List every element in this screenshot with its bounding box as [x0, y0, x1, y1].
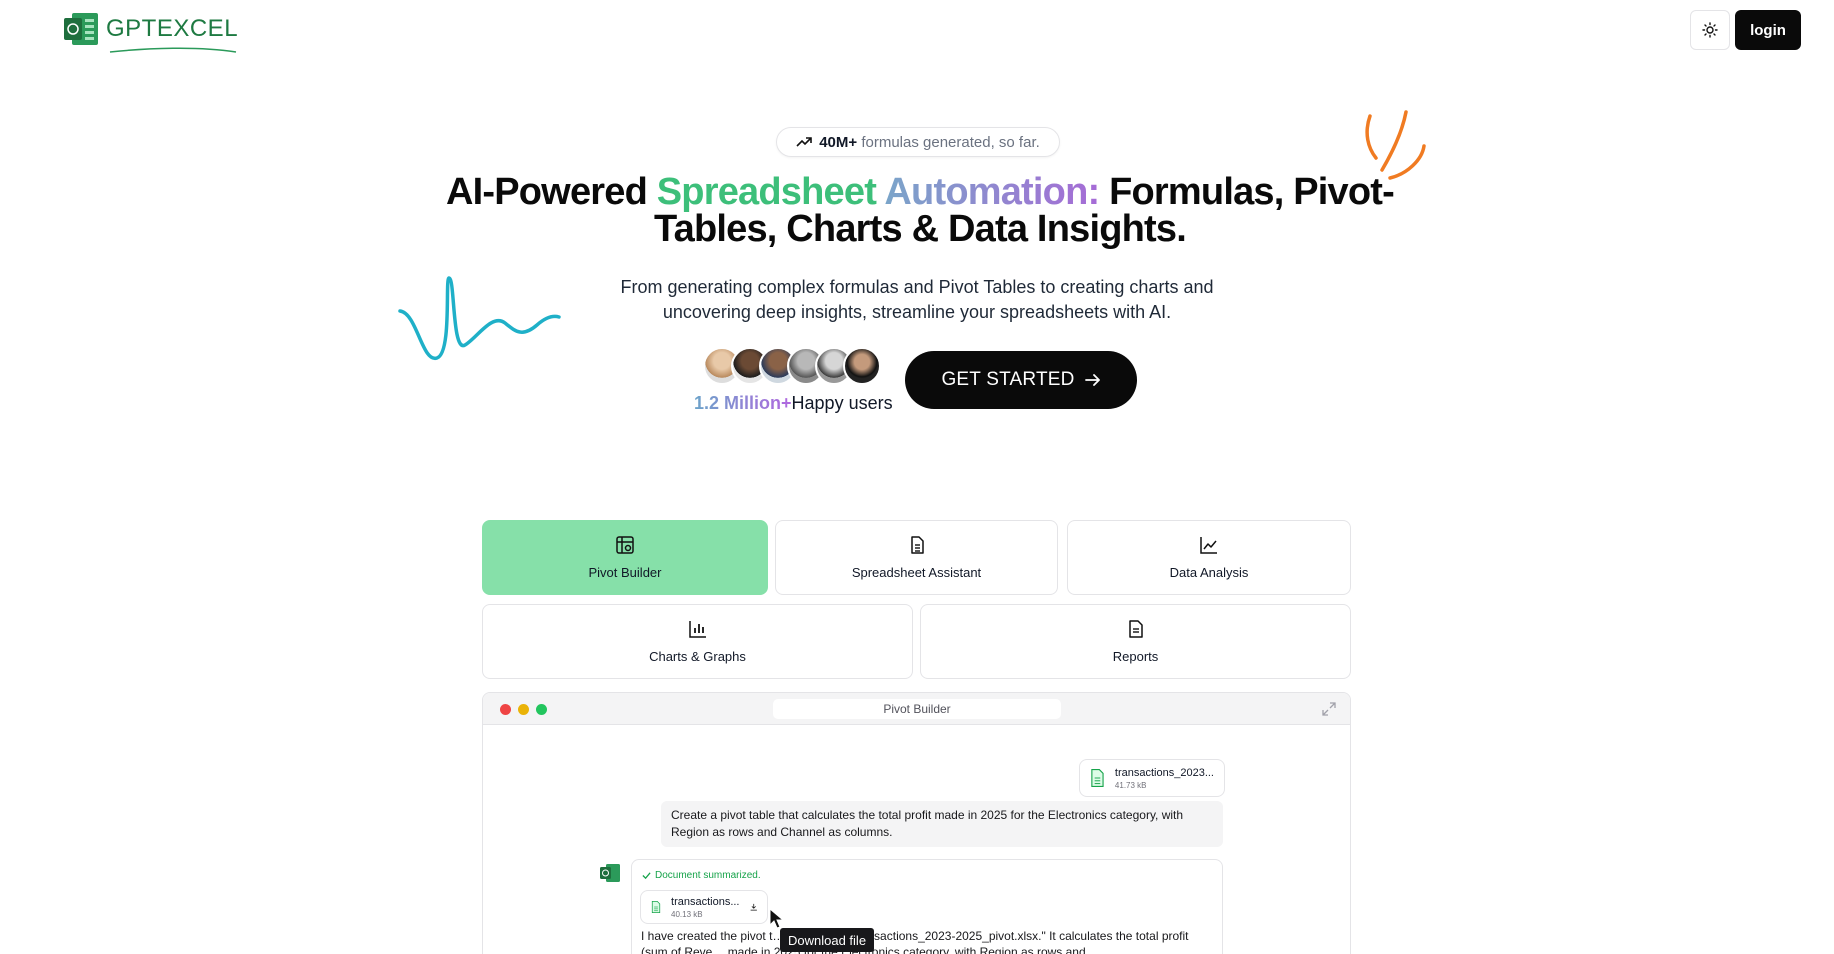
title-highlight-purple: Automation: [884, 171, 1100, 213]
title-line-2: Tables, Charts & Data Insights. [654, 208, 1187, 250]
file-size: 40.13 kB [671, 909, 703, 919]
spreadsheet-file-icon [1091, 769, 1104, 787]
uploaded-file-chip[interactable]: transactions_2023... 41.73 kB [1079, 759, 1225, 797]
brand-logo[interactable]: GPTEXCEL [62, 10, 239, 53]
line-chart-icon [1200, 537, 1217, 554]
report-file-icon [1128, 620, 1143, 638]
file-size: 41.73 kB [1114, 780, 1147, 790]
summary-status-text: Document summarized. [655, 870, 761, 881]
close-dot [500, 704, 511, 715]
tab-reports[interactable]: Reports [920, 604, 1351, 679]
demo-window: Pivot Builder transactions_2023... 41.73… [482, 692, 1351, 954]
result-file-chip[interactable]: transactions... 40.13 kB [640, 890, 768, 924]
window-titlebar: Pivot Builder [483, 693, 1350, 725]
get-started-button[interactable]: GET STARTED [905, 351, 1137, 409]
tab-charts-graphs[interactable]: Charts & Graphs [482, 604, 913, 679]
expand-icon[interactable] [1322, 702, 1336, 716]
tab-label: Data Analysis [1169, 565, 1249, 580]
excel-logo-icon [64, 13, 98, 45]
brand-name: GPTEXCEL [106, 15, 239, 42]
user-avatars [703, 347, 881, 385]
formulas-stat-badge: 40M+ formulas generated, so far. [776, 127, 1060, 157]
window-title: Pivot Builder [773, 699, 1061, 719]
download-tooltip: Download file [780, 928, 875, 952]
minimize-dot [518, 704, 529, 715]
hero-subtitle: From generating complex formulas and Piv… [620, 277, 1214, 322]
title-part-1: AI-Powered [445, 171, 657, 213]
maximize-dot [536, 704, 547, 715]
summary-status: Document summarized. [642, 870, 761, 881]
assistant-message-text: I have created the pivot t… d in the fil… [641, 929, 1189, 954]
pivot-table-icon [616, 536, 634, 554]
check-icon [642, 872, 651, 880]
bar-chart-icon [688, 621, 706, 638]
assistant-avatar-icon [600, 864, 620, 882]
sun-icon [1702, 22, 1718, 38]
arrow-right-icon [1084, 374, 1100, 386]
file-name: transactions_2023... [1114, 766, 1214, 779]
cta-label: GET STARTED [941, 369, 1075, 390]
happy-users-count: 1.2 Million+Happy users [694, 393, 893, 414]
download-icon[interactable] [750, 901, 758, 913]
tab-data-analysis[interactable]: Data Analysis [1067, 520, 1351, 595]
tab-label: Pivot Builder [588, 565, 662, 580]
file-name: transactions... [671, 895, 740, 908]
tab-label: Charts & Graphs [649, 649, 746, 664]
users-highlight: 1.2 Million+ [694, 393, 792, 413]
theme-toggle-button[interactable] [1690, 10, 1730, 50]
tab-pivot-builder[interactable]: Pivot Builder [482, 520, 768, 595]
tab-label: Reports [1112, 649, 1159, 664]
trending-up-icon [796, 137, 813, 147]
title-part-rest: Formulas, Pivot- [1099, 171, 1395, 213]
stat-value: 40M+ [819, 133, 858, 151]
spreadsheet-file-icon [910, 536, 924, 554]
user-message: Create a pivot table that calculates the… [661, 801, 1223, 847]
hero-title: AI-Powered Spreadsheet Automation: Formu… [420, 171, 1420, 250]
login-button[interactable]: login [1735, 10, 1801, 50]
stat-text: formulas generated, so far. [861, 133, 1040, 151]
avatar [843, 347, 881, 385]
spreadsheet-file-icon [651, 900, 661, 914]
brand-underline [109, 47, 237, 53]
title-highlight-green: Spreadsheet [656, 171, 885, 213]
assistant-message-card: Document summarized. transactions... 40.… [631, 859, 1223, 954]
users-text: Happy users [791, 393, 893, 413]
mouse-pointer-icon [769, 908, 785, 929]
tab-label: Spreadsheet Assistant [851, 565, 982, 580]
teal-squiggle-decoration [398, 276, 561, 360]
tab-spreadsheet-assistant[interactable]: Spreadsheet Assistant [775, 520, 1058, 595]
